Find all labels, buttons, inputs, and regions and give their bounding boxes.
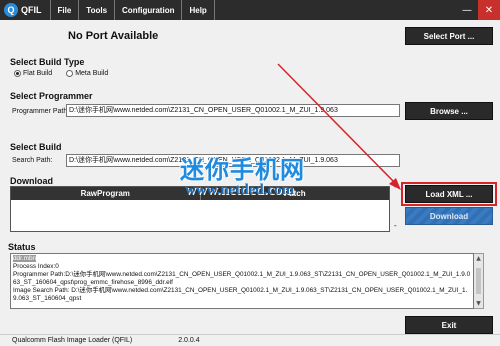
port-status: No Port Available [68, 30, 159, 42]
app-full-name: Qualcomm Flash Image Loader (QFIL) [12, 337, 133, 344]
scroll-up-icon[interactable]: ▲ [474, 255, 483, 262]
flat-build-label: Flat Build [23, 70, 53, 77]
programmer-path-label: Programmer Path: [12, 108, 70, 115]
flat-build-radio[interactable] [14, 70, 21, 77]
close-button[interactable]: ✕ [478, 0, 500, 20]
meta-build-radio[interactable] [66, 70, 74, 77]
table-side-mark: - [394, 182, 397, 191]
title-bar: Q QFIL File Tools Configuration Help — ✕ [0, 0, 500, 20]
build-type-heading: Select Build Type [10, 57, 85, 67]
menu-configuration[interactable]: Configuration [115, 0, 183, 20]
qfil-logo-icon: Q [4, 3, 18, 17]
watermark-text: 迷你手机网 [180, 157, 305, 184]
status-line: ddr.mbn [13, 255, 37, 262]
column-rawprogram[interactable]: RawProgram [11, 187, 200, 200]
browse-button[interactable]: Browse ... [405, 102, 493, 120]
programmer-path-input[interactable]: D:\迷你手机网\www.netded.com\Z2131_CN_OPEN_US… [66, 104, 400, 117]
window-controls: — ✕ [456, 0, 500, 20]
status-line: Image Search Path: D:\迷你手机网\www.netded.c… [13, 287, 468, 302]
table-side-mark: - [394, 221, 397, 230]
search-path-label: Search Path: [12, 157, 53, 164]
scroll-thumb[interactable] [476, 268, 481, 294]
download-button[interactable]: Download [405, 207, 493, 225]
status-line: Programmer Path:D:\迷你手机网\www.netded.com\… [13, 271, 471, 286]
minimize-button[interactable]: — [456, 0, 478, 20]
programmer-heading: Select Programmer [10, 91, 93, 101]
status-bar: Qualcomm Flash Image Loader (QFIL) 2.0.0… [0, 334, 500, 346]
build-type-options: Flat Build Meta Build [14, 70, 108, 77]
status-heading: Status [8, 242, 36, 252]
load-xml-highlight [401, 182, 497, 206]
select-build-heading: Select Build [10, 142, 62, 152]
scroll-down-icon[interactable]: ▼ [474, 300, 483, 307]
app-version: 2.0.0.4 [178, 337, 200, 344]
exit-button[interactable]: Exit [405, 316, 493, 334]
watermark-url: www.netded.com [185, 182, 295, 198]
menu-file[interactable]: File [51, 0, 80, 20]
status-line: Process Index:0 [13, 263, 59, 270]
download-heading: Download [10, 176, 53, 186]
meta-build-label: Meta Build [75, 70, 109, 77]
menu-help[interactable]: Help [182, 0, 215, 20]
status-scrollbar[interactable]: ▲ ▼ [474, 253, 484, 309]
menu-tools[interactable]: Tools [79, 0, 116, 20]
app-name: QFIL [21, 0, 51, 20]
status-log[interactable]: ddr.mbn Process Index:0 Programmer Path:… [10, 253, 474, 309]
select-port-button[interactable]: Select Port ... [405, 27, 493, 45]
